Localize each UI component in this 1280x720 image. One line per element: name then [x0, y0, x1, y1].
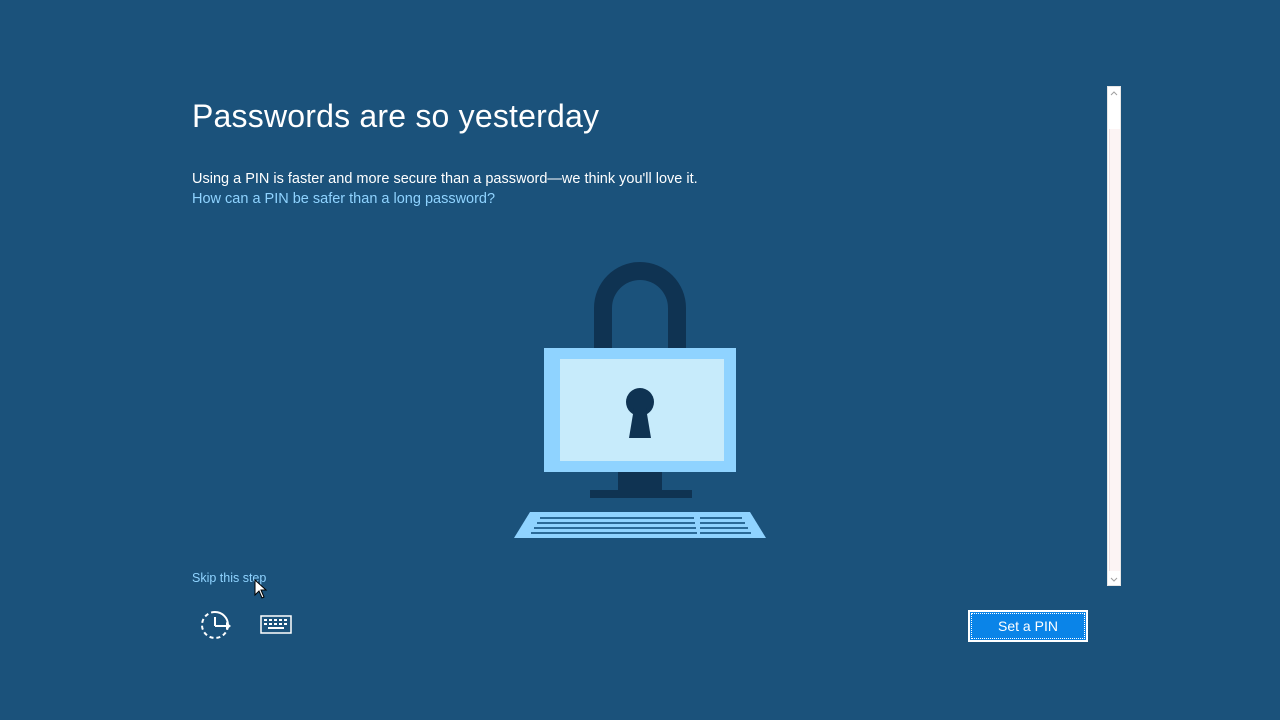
pin-safety-info-link[interactable]: How can a PIN be safer than a long passw… — [192, 191, 495, 207]
page-description: Using a PIN is faster and more secure th… — [192, 171, 698, 187]
oobe-pin-setup-page: Passwords are so yesterday Using a PIN i… — [0, 0, 1280, 720]
mouse-pointer-icon — [254, 578, 268, 603]
ease-of-access-icon — [201, 611, 231, 639]
page-title: Passwords are so yesterday — [192, 98, 600, 134]
padlock-computer-icon — [510, 252, 770, 548]
scroll-down-arrow-icon[interactable] — [1108, 574, 1120, 584]
ease-of-access-button[interactable] — [197, 608, 233, 642]
on-screen-keyboard-icon — [260, 615, 292, 634]
set-pin-button-label: Set a PIN — [998, 618, 1058, 634]
on-screen-keyboard-button[interactable] — [258, 608, 294, 642]
scrollbar-thumb[interactable] — [1109, 129, 1120, 571]
vertical-scrollbar[interactable] — [1107, 86, 1121, 586]
set-pin-button[interactable]: Set a PIN — [968, 610, 1088, 642]
scroll-up-arrow-icon[interactable] — [1108, 88, 1120, 98]
